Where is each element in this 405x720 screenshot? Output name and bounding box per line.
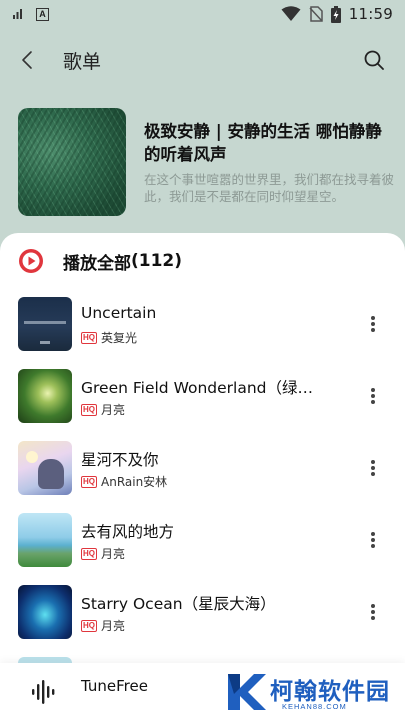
song-meta: HQ 月亮 — [81, 545, 125, 562]
status-left: A — [12, 7, 49, 21]
playlist-title: 极致安静 | 安静的生活 哪怕静静的听着风声 — [144, 122, 382, 164]
wifi-icon — [281, 6, 301, 21]
song-meta: HQ 月亮 — [81, 401, 125, 418]
song-artist: 月亮 — [101, 619, 126, 633]
mini-player-title: TuneFree — [81, 677, 148, 695]
song-row[interactable]: 星河不及你 HQ AnRain安林 — [0, 441, 405, 513]
play-all-button[interactable]: 播放全部 (112) — [18, 248, 182, 274]
battery-charging-icon — [330, 5, 341, 23]
song-row[interactable]: Uncertain HQ 英复光 — [0, 297, 405, 369]
hq-badge: HQ — [81, 547, 97, 560]
song-artist: AnRain安林 — [101, 475, 168, 489]
hq-badge: HQ — [81, 331, 97, 344]
more-vertical-icon[interactable] — [364, 601, 382, 623]
song-title: Uncertain — [81, 304, 157, 322]
song-title: Starry Ocean（星辰大海） — [81, 595, 276, 613]
song-meta: HQ 英复光 — [81, 329, 137, 346]
playlist-description[interactable]: 在这个事世喧嚣的世界里，我们都在找寻着彼此，我们是不是都在同时仰望星空。 — [144, 171, 394, 205]
song-cover — [18, 441, 72, 495]
signal-bars-icon — [13, 9, 22, 19]
song-cover — [18, 297, 72, 351]
song-artist: 英复光 — [101, 331, 138, 345]
song-title: 去有风的地方 — [81, 523, 175, 541]
song-artist: 月亮 — [101, 547, 126, 561]
more-vertical-icon[interactable] — [364, 313, 382, 335]
watermark-text: 柯翰软件园 — [270, 679, 390, 705]
song-row[interactable]: Starry Ocean（星辰大海） HQ 月亮 — [0, 585, 405, 657]
status-bar: A 11:59 — [0, 0, 405, 28]
status-right: 11:59 — [281, 5, 393, 23]
sound-wave-icon[interactable] — [30, 677, 60, 707]
watermark-logo-icon — [228, 674, 266, 710]
more-vertical-icon[interactable] — [364, 529, 382, 551]
song-meta: HQ 月亮 — [81, 617, 125, 634]
more-vertical-icon[interactable] — [364, 385, 382, 407]
chevron-left-icon[interactable] — [16, 48, 40, 72]
song-title: 星河不及你 — [81, 451, 159, 469]
song-meta: HQ AnRain安林 — [81, 473, 167, 490]
hq-badge: HQ — [81, 403, 97, 416]
hq-badge: HQ — [81, 475, 97, 488]
song-cover — [18, 513, 72, 567]
top-bar: 歌单 — [0, 40, 405, 80]
song-artist: 月亮 — [101, 403, 126, 417]
clock: 11:59 — [348, 5, 393, 23]
play-all-count: (112) — [131, 251, 183, 271]
no-sim-icon — [309, 6, 323, 22]
song-row[interactable]: 去有风的地方 HQ 月亮 — [0, 513, 405, 585]
song-cover — [18, 369, 72, 423]
search-icon[interactable] — [362, 48, 386, 72]
a-notification-icon: A — [36, 7, 49, 21]
song-row[interactable]: Green Field Wonderland（绿野… HQ 月亮 — [0, 369, 405, 441]
playlist-cover[interactable] — [18, 108, 126, 216]
song-list-panel: 播放全部 (112) Uncertain HQ 英复光 Green Field … — [0, 233, 405, 720]
song-title: Green Field Wonderland（绿野… — [81, 379, 326, 397]
play-all-label: 播放全部 — [63, 253, 131, 274]
page-title: 歌单 — [63, 51, 102, 73]
watermark-subtext: KEHAN88.COM — [282, 702, 347, 711]
more-vertical-icon[interactable] — [364, 457, 382, 479]
song-cover — [18, 585, 72, 639]
hq-badge: HQ — [81, 619, 97, 632]
play-circle-icon — [19, 249, 43, 273]
watermark: 柯翰软件园 KEHAN88.COM — [222, 668, 402, 716]
